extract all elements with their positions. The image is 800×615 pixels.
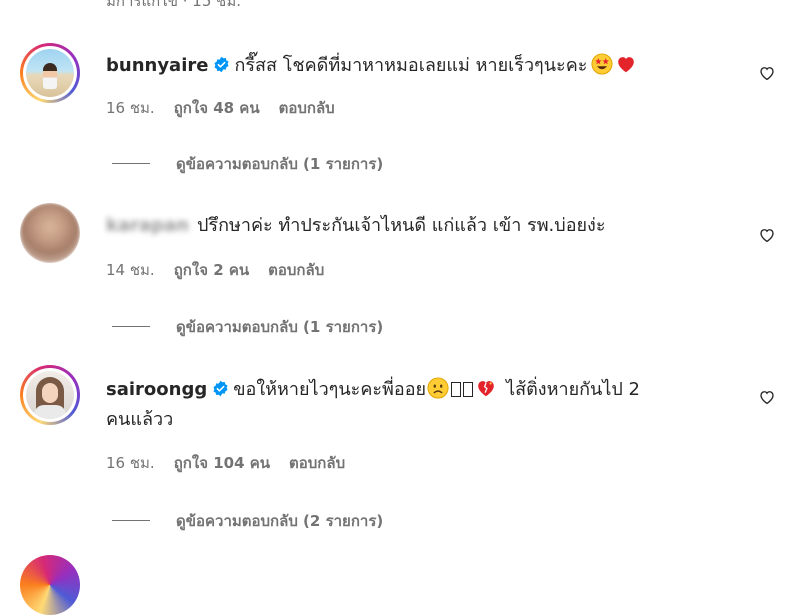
reply-button[interactable]: ตอบกลับ <box>268 261 324 279</box>
comment-meta: 14 ชม. ถูกใจ 2 คน ตอบกลับ <box>106 258 343 282</box>
missing-glyph <box>451 382 462 397</box>
likes-count[interactable]: ถูกใจ 48 คน <box>174 99 260 117</box>
missing-glyph <box>463 382 474 397</box>
replies-divider <box>112 163 150 164</box>
comment-line-wrap: คนแล้วว <box>106 408 173 432</box>
reply-button[interactable]: ตอบกลับ <box>289 454 345 472</box>
username[interactable]: karapan <box>106 215 189 236</box>
likes-count[interactable]: ถูกใจ 104 คน <box>174 454 270 472</box>
username[interactable]: sairoongg <box>106 379 207 400</box>
comment-line: karapan ปรึกษาค่ะ ทำประกันเจ้าไหนดี แก่แล… <box>106 214 606 238</box>
verified-badge-icon <box>213 380 228 397</box>
comment-time[interactable]: 16 ชม. <box>106 99 155 117</box>
like-heart-icon[interactable] <box>758 64 776 82</box>
broken-heart-emoji-icon <box>478 381 494 397</box>
view-replies-label: ดูข้อความตอบกลับ (1 รายการ) <box>176 318 384 336</box>
avatar[interactable] <box>20 555 80 615</box>
comment-line: bunnyaire กรี๊สส โชคดีที่มาหาหมอเลยแม่ หา… <box>106 53 638 78</box>
likes-count[interactable]: ถูกใจ 2 คน <box>174 261 249 279</box>
view-replies-label: ดูข้อความตอบกลับ (1 รายการ) <box>176 155 384 173</box>
like-heart-icon[interactable] <box>758 226 776 244</box>
comment-time[interactable]: 14 ชม. <box>106 261 155 279</box>
comment-meta: 16 ชม. ถูกใจ 48 คน ตอบกลับ <box>106 96 354 120</box>
comment-text-continued: ไส้ติ่งหายกันไป 2 <box>506 379 640 400</box>
comment-text-line2: คนแล้วว <box>106 409 174 430</box>
red-heart-emoji-icon <box>618 57 635 73</box>
view-replies-button[interactable]: ดูข้อความตอบกลับ (1 รายการ) <box>112 315 383 339</box>
comment-text: กรี๊สส โชคดีที่มาหาหมอเลยแม่ หายเร็วๆนะค… <box>234 55 588 76</box>
reply-button[interactable]: ตอบกลับ <box>279 99 335 117</box>
star-struck-emoji-icon <box>591 53 613 75</box>
replies-divider <box>112 326 150 327</box>
view-replies-button[interactable]: ดูข้อความตอบกลับ (2 รายการ) <box>112 509 383 533</box>
comment-text: ขอให้หายไวๆนะคะพี่ออย <box>233 379 427 400</box>
avatar[interactable] <box>20 43 80 103</box>
username[interactable]: bunnyaire <box>106 55 208 76</box>
comment-time[interactable]: 16 ชม. <box>106 454 155 472</box>
comment-text: ปรึกษาค่ะ ทำประกันเจ้าไหนดี แก่แล้ว เข้า… <box>197 215 606 236</box>
avatar[interactable] <box>20 365 80 425</box>
sad-face-emoji-icon <box>427 377 449 399</box>
view-replies-label: ดูข้อความตอบกลับ (2 รายการ) <box>176 512 384 530</box>
verified-badge-icon <box>214 56 229 73</box>
comment-meta: 16 ชม. ถูกใจ 104 คน ตอบกลับ <box>106 451 364 475</box>
avatar[interactable] <box>20 203 80 263</box>
previous-comment-meta: มีการแก้ไข · 15 ชม. <box>106 0 241 10</box>
like-heart-icon[interactable] <box>758 388 776 406</box>
view-replies-button[interactable]: ดูข้อความตอบกลับ (1 รายการ) <box>112 152 383 176</box>
replies-divider <box>112 520 150 521</box>
comment-line: sairoongg ขอให้หายไวๆนะคะพี่ออย ไส้ติ่งหาย… <box>106 377 640 402</box>
